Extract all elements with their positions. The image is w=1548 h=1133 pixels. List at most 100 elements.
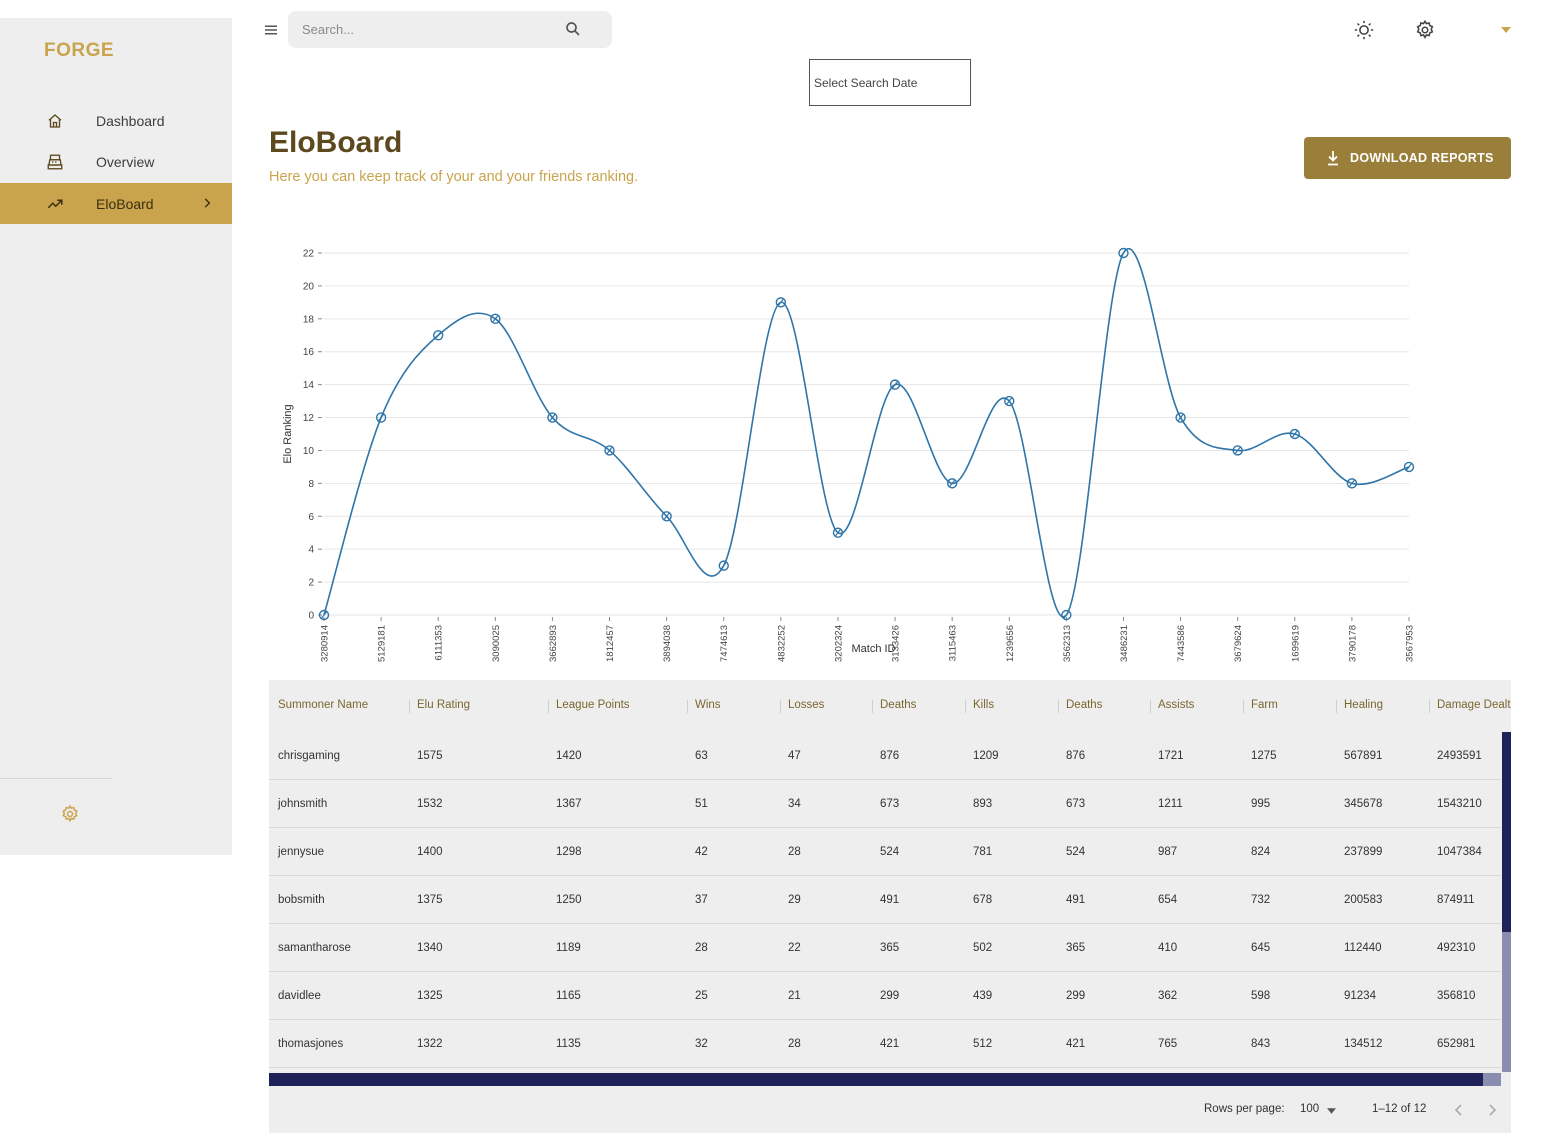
x-tick-label: 7474613 bbox=[719, 625, 730, 662]
sidebar-item-eloboard[interactable]: EloBoard bbox=[0, 183, 232, 224]
chevron-down-icon[interactable] bbox=[1327, 1108, 1336, 1114]
column-header[interactable]: Deaths bbox=[1066, 699, 1102, 711]
search-date-input[interactable] bbox=[809, 59, 971, 106]
menu-icon[interactable] bbox=[262, 21, 280, 39]
table-cell: 524 bbox=[1066, 846, 1086, 858]
column-separator[interactable] bbox=[1336, 700, 1337, 713]
sidebar-item-dashboard[interactable]: Dashboard bbox=[0, 100, 232, 141]
column-separator[interactable] bbox=[548, 700, 549, 713]
table-row[interactable]: thomasjones 1322 1135 32 28 421 512 421 765 843 13… bbox=[269, 1020, 1501, 1068]
table-cell: chrisgaming bbox=[278, 750, 340, 762]
series-line bbox=[323, 248, 1410, 618]
table-cell: 1325 bbox=[417, 990, 443, 1002]
vertical-scroll-thumb[interactable] bbox=[1502, 732, 1511, 932]
table-cell: 652981 bbox=[1437, 1038, 1476, 1050]
y-tick-label: 18 bbox=[303, 314, 315, 325]
table-cell: 28 bbox=[788, 1038, 801, 1050]
x-tick-label: 3679624 bbox=[1233, 625, 1244, 662]
table-cell: 345678 bbox=[1344, 798, 1383, 810]
page-title: EloBoard bbox=[269, 126, 403, 159]
table-cell: 2493591 bbox=[1437, 750, 1482, 762]
gear-icon[interactable] bbox=[1414, 19, 1436, 41]
elo-line-chart: 0 2 4 6 8 10 12 14 16 18 20 22 3280914 5129181 6111353… bbox=[282, 247, 1416, 662]
column-separator[interactable] bbox=[687, 700, 688, 713]
data-point-marker bbox=[435, 331, 442, 339]
column-separator[interactable] bbox=[1058, 700, 1059, 713]
table-cell: 1400 bbox=[417, 846, 443, 858]
table-cell: 1165 bbox=[556, 990, 581, 1002]
table-cell: thomasjones bbox=[278, 1038, 344, 1050]
x-tick-label: 3486231 bbox=[1119, 625, 1130, 662]
column-header[interactable]: Assists bbox=[1158, 699, 1194, 711]
elo-table: Summoner Name Elu Rating League Points Wins… bbox=[269, 680, 1511, 1133]
x-tick-label: 3662893 bbox=[548, 625, 559, 662]
column-header[interactable]: Elu Rating bbox=[417, 699, 470, 711]
table-cell: 91234 bbox=[1344, 990, 1376, 1002]
column-header[interactable]: Summoner Name bbox=[278, 699, 368, 711]
table-cell: 299 bbox=[1066, 990, 1086, 1002]
rows-per-page-select[interactable]: 100 bbox=[1300, 1103, 1319, 1115]
column-header[interactable]: Healing bbox=[1344, 699, 1383, 711]
y-tick-label: 6 bbox=[308, 512, 314, 523]
column-separator[interactable] bbox=[1429, 700, 1430, 713]
x-tick-label: 3280914 bbox=[320, 625, 331, 662]
x-tick-label: 5129181 bbox=[377, 625, 388, 662]
y-tick-label: 8 bbox=[308, 479, 314, 490]
column-header[interactable]: Losses bbox=[788, 699, 824, 711]
y-tick-label: 10 bbox=[303, 446, 315, 457]
table-cell: 1375 bbox=[417, 894, 443, 906]
table-row[interactable]: samantharose 1340 1189 28 22 365 502 365 410 645 1… bbox=[269, 924, 1501, 972]
table-cell: 876 bbox=[880, 750, 900, 762]
sidebar-divider bbox=[0, 778, 112, 779]
settings-gear-icon[interactable] bbox=[60, 804, 80, 824]
column-header[interactable]: Damage Dealt bbox=[1437, 699, 1511, 711]
x-tick-label: 3894038 bbox=[662, 625, 673, 662]
column-separator[interactable] bbox=[1243, 700, 1244, 713]
table-cell: 567891 bbox=[1344, 750, 1383, 762]
table-cell: 1047384 bbox=[1437, 846, 1482, 858]
x-tick-label: 3567953 bbox=[1405, 625, 1416, 662]
column-separator[interactable] bbox=[965, 700, 966, 713]
x-tick-label: 7443586 bbox=[1176, 625, 1187, 662]
column-separator[interactable] bbox=[780, 700, 781, 713]
previous-page-icon[interactable] bbox=[1453, 1103, 1465, 1117]
download-reports-button[interactable]: DOWNLOAD REPORTS bbox=[1304, 137, 1511, 179]
caret-down-icon[interactable] bbox=[1500, 26, 1512, 34]
table-cell: 47 bbox=[788, 750, 801, 762]
table-row[interactable]: johnsmith 1532 1367 51 34 673 893 673 1211 995 345… bbox=[269, 780, 1501, 828]
search-icon[interactable] bbox=[564, 20, 582, 38]
column-header[interactable]: Deaths bbox=[880, 699, 916, 711]
column-header[interactable]: Wins bbox=[695, 699, 721, 711]
sidebar-item-label: EloBoard bbox=[96, 195, 154, 212]
column-header[interactable]: League Points bbox=[556, 699, 630, 711]
table-cell: 995 bbox=[1251, 798, 1271, 810]
y-axis-label: Elo Ranking bbox=[282, 404, 294, 463]
table-row[interactable]: jennysue 1400 1298 42 28 524 781 524 987 824 23789… bbox=[269, 828, 1501, 876]
table-row[interactable]: bobsmith 1375 1250 37 29 491 678 491 654 732 20058… bbox=[269, 876, 1501, 924]
rows-per-page-label: Rows per page: bbox=[1204, 1103, 1285, 1115]
column-header[interactable]: Kills bbox=[973, 699, 994, 711]
table-cell: 112440 bbox=[1344, 942, 1382, 954]
table-cell: 1367 bbox=[556, 798, 582, 810]
column-separator[interactable] bbox=[872, 700, 873, 713]
next-page-icon[interactable] bbox=[1486, 1103, 1498, 1117]
x-tick-label: 3202324 bbox=[833, 625, 844, 662]
column-separator[interactable] bbox=[1150, 700, 1151, 713]
table-cell: 781 bbox=[973, 846, 993, 858]
table-cell: 598 bbox=[1251, 990, 1271, 1002]
horizontal-scroll-thumb[interactable] bbox=[269, 1073, 1483, 1086]
table-cell: 524 bbox=[880, 846, 900, 858]
table-cell: 365 bbox=[880, 942, 900, 954]
table-cell: 32 bbox=[695, 1038, 708, 1050]
table-row[interactable]: chrisgaming 1575 1420 63 47 876 1209 876 1721 127… bbox=[269, 732, 1501, 780]
sidebar-item-overview[interactable]: Overview bbox=[0, 141, 232, 182]
table-row[interactable]: davidlee 1325 1165 25 21 299 439 299 362 598 91234… bbox=[269, 972, 1501, 1020]
sun-icon[interactable] bbox=[1353, 19, 1375, 41]
search-input[interactable] bbox=[302, 11, 552, 48]
column-header[interactable]: Farm bbox=[1251, 699, 1278, 711]
table-cell: 237899 bbox=[1344, 846, 1383, 858]
table-cell: 645 bbox=[1251, 942, 1271, 954]
column-separator[interactable] bbox=[409, 700, 410, 713]
table-cell: 365 bbox=[1066, 942, 1086, 954]
table-cell: 987 bbox=[1158, 846, 1178, 858]
